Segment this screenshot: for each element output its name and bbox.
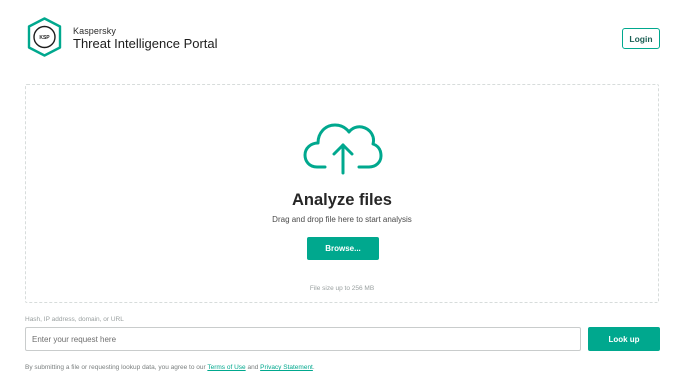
lookup-input[interactable] <box>25 327 581 351</box>
portal-title: Threat Intelligence Portal <box>73 36 218 51</box>
disclaimer-prefix: By submitting a file or requesting looku… <box>25 364 208 371</box>
login-button[interactable]: Login <box>622 28 660 49</box>
disclaimer: By submitting a file or requesting looku… <box>25 364 315 371</box>
disclaimer-and: and <box>245 364 261 371</box>
kaspersky-shield-icon[interactable]: KSP <box>26 17 63 57</box>
privacy-statement-link[interactable]: Privacy Statement <box>260 364 313 371</box>
svg-text:KSP: KSP <box>39 35 50 41</box>
terms-of-use-link[interactable]: Terms of Use <box>207 364 245 371</box>
look-up-button[interactable]: Look up <box>588 327 660 351</box>
disclaimer-suffix: . <box>312 364 315 371</box>
drop-instructions: Drag and drop file here to start analysi… <box>272 215 412 224</box>
file-drop-zone[interactable]: Analyze files Drag and drop file here to… <box>25 84 659 303</box>
browse-button[interactable]: Browse... <box>307 237 379 260</box>
file-size-note: File size up to 256 MB <box>309 285 375 292</box>
cloud-upload-icon <box>303 123 383 175</box>
lookup-label: Hash, IP address, domain, or URL <box>25 316 124 323</box>
brand-name: Kaspersky <box>73 26 116 36</box>
analyze-files-title: Analyze files <box>292 191 392 209</box>
page: KSP Kaspersky Threat Intelligence Portal… <box>0 0 682 388</box>
